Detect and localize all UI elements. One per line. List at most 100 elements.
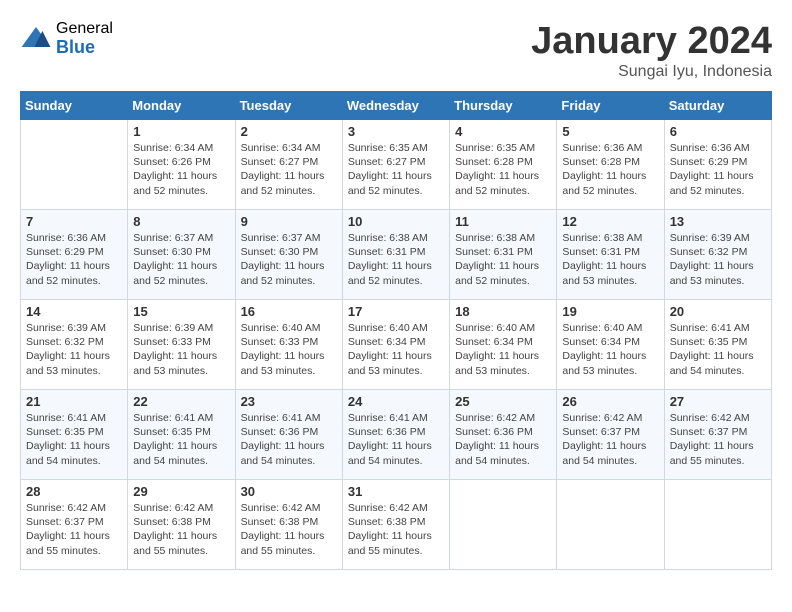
- day-number: 5: [562, 124, 658, 139]
- header-day-wednesday: Wednesday: [342, 92, 449, 120]
- calendar-cell: 5 Sunrise: 6:36 AMSunset: 6:28 PMDaylight…: [557, 120, 664, 210]
- cell-info: Sunrise: 6:38 AMSunset: 6:31 PMDaylight:…: [455, 231, 551, 288]
- calendar-cell: 16 Sunrise: 6:40 AMSunset: 6:33 PMDayligh…: [235, 300, 342, 390]
- calendar-cell: 30 Sunrise: 6:42 AMSunset: 6:38 PMDayligh…: [235, 480, 342, 570]
- day-number: 26: [562, 394, 658, 409]
- cell-info: Sunrise: 6:38 AMSunset: 6:31 PMDaylight:…: [562, 231, 658, 288]
- header-day-sunday: Sunday: [21, 92, 128, 120]
- calendar-cell: [21, 120, 128, 210]
- logo: General Blue: [20, 20, 113, 57]
- calendar-cell: 17 Sunrise: 6:40 AMSunset: 6:34 PMDayligh…: [342, 300, 449, 390]
- day-number: 27: [670, 394, 766, 409]
- calendar-cell: [557, 480, 664, 570]
- calendar-cell: 11 Sunrise: 6:38 AMSunset: 6:31 PMDayligh…: [450, 210, 557, 300]
- calendar-week-2: 7 Sunrise: 6:36 AMSunset: 6:29 PMDaylight…: [21, 210, 772, 300]
- calendar-cell: 22Sunrise: 6:41 AMSunset: 6:35 PMDayligh…: [128, 390, 235, 480]
- calendar-cell: 7 Sunrise: 6:36 AMSunset: 6:29 PMDaylight…: [21, 210, 128, 300]
- cell-info: Sunrise: 6:40 AMSunset: 6:34 PMDaylight:…: [455, 321, 551, 378]
- header-day-monday: Monday: [128, 92, 235, 120]
- header-day-friday: Friday: [557, 92, 664, 120]
- day-number: 16: [241, 304, 337, 319]
- calendar-cell: 9 Sunrise: 6:37 AMSunset: 6:30 PMDaylight…: [235, 210, 342, 300]
- logo-icon: [20, 23, 52, 55]
- day-number: 13: [670, 214, 766, 229]
- cell-info: Sunrise: 6:42 AMSunset: 6:38 PMDaylight:…: [241, 501, 337, 558]
- header-day-saturday: Saturday: [664, 92, 771, 120]
- page-header: General Blue January 2024 Sungai Iyu, In…: [20, 20, 772, 81]
- calendar-cell: 15Sunrise: 6:39 AMSunset: 6:33 PMDayligh…: [128, 300, 235, 390]
- calendar-cell: 6 Sunrise: 6:36 AMSunset: 6:29 PMDaylight…: [664, 120, 771, 210]
- calendar-cell: 12Sunrise: 6:38 AMSunset: 6:31 PMDayligh…: [557, 210, 664, 300]
- calendar-cell: 14 Sunrise: 6:39 AMSunset: 6:32 PMDayligh…: [21, 300, 128, 390]
- day-number: 18: [455, 304, 551, 319]
- day-number: 30: [241, 484, 337, 499]
- logo-text: General Blue: [56, 20, 113, 57]
- calendar-cell: 27Sunrise: 6:42 AMSunset: 6:37 PMDayligh…: [664, 390, 771, 480]
- day-number: 17: [348, 304, 444, 319]
- calendar-cell: 29 Sunrise: 6:42 AMSunset: 6:38 PMDayligh…: [128, 480, 235, 570]
- day-number: 19: [562, 304, 658, 319]
- cell-info: Sunrise: 6:41 AMSunset: 6:35 PMDaylight:…: [26, 411, 122, 468]
- day-number: 23: [241, 394, 337, 409]
- cell-info: Sunrise: 6:36 AMSunset: 6:29 PMDaylight:…: [670, 141, 766, 198]
- cell-info: Sunrise: 6:40 AMSunset: 6:34 PMDaylight:…: [348, 321, 444, 378]
- cell-info: Sunrise: 6:42 AMSunset: 6:37 PMDaylight:…: [26, 501, 122, 558]
- cell-info: Sunrise: 6:42 AMSunset: 6:38 PMDaylight:…: [133, 501, 229, 558]
- calendar-cell: 28 Sunrise: 6:42 AMSunset: 6:37 PMDayligh…: [21, 480, 128, 570]
- day-number: 4: [455, 124, 551, 139]
- day-number: 28: [26, 484, 122, 499]
- day-number: 29: [133, 484, 229, 499]
- calendar-cell: [664, 480, 771, 570]
- cell-info: Sunrise: 6:37 AMSunset: 6:30 PMDaylight:…: [133, 231, 229, 288]
- logo-blue: Blue: [56, 38, 113, 58]
- calendar-cell: 20Sunrise: 6:41 AMSunset: 6:35 PMDayligh…: [664, 300, 771, 390]
- day-number: 1: [133, 124, 229, 139]
- calendar-cell: 3 Sunrise: 6:35 AMSunset: 6:27 PMDaylight…: [342, 120, 449, 210]
- header-day-tuesday: Tuesday: [235, 92, 342, 120]
- calendar-cell: 10 Sunrise: 6:38 AMSunset: 6:31 PMDayligh…: [342, 210, 449, 300]
- calendar-cell: 4 Sunrise: 6:35 AMSunset: 6:28 PMDaylight…: [450, 120, 557, 210]
- cell-info: Sunrise: 6:41 AMSunset: 6:35 PMDaylight:…: [670, 321, 766, 378]
- cell-info: Sunrise: 6:42 AMSunset: 6:36 PMDaylight:…: [455, 411, 551, 468]
- day-number: 24: [348, 394, 444, 409]
- cell-info: Sunrise: 6:39 AMSunset: 6:32 PMDaylight:…: [26, 321, 122, 378]
- calendar-cell: 31Sunrise: 6:42 AMSunset: 6:38 PMDayligh…: [342, 480, 449, 570]
- calendar-cell: 18 Sunrise: 6:40 AMSunset: 6:34 PMDayligh…: [450, 300, 557, 390]
- calendar-week-3: 14 Sunrise: 6:39 AMSunset: 6:32 PMDayligh…: [21, 300, 772, 390]
- month-title: January 2024: [531, 20, 772, 63]
- cell-info: Sunrise: 6:41 AMSunset: 6:36 PMDaylight:…: [348, 411, 444, 468]
- day-number: 10: [348, 214, 444, 229]
- calendar-cell: [450, 480, 557, 570]
- calendar-week-5: 28 Sunrise: 6:42 AMSunset: 6:37 PMDayligh…: [21, 480, 772, 570]
- cell-info: Sunrise: 6:37 AMSunset: 6:30 PMDaylight:…: [241, 231, 337, 288]
- calendar-cell: 8Sunrise: 6:37 AMSunset: 6:30 PMDaylight…: [128, 210, 235, 300]
- cell-info: Sunrise: 6:40 AMSunset: 6:33 PMDaylight:…: [241, 321, 337, 378]
- day-number: 2: [241, 124, 337, 139]
- day-number: 15: [133, 304, 229, 319]
- cell-info: Sunrise: 6:38 AMSunset: 6:31 PMDaylight:…: [348, 231, 444, 288]
- cell-info: Sunrise: 6:36 AMSunset: 6:29 PMDaylight:…: [26, 231, 122, 288]
- cell-info: Sunrise: 6:35 AMSunset: 6:28 PMDaylight:…: [455, 141, 551, 198]
- cell-info: Sunrise: 6:42 AMSunset: 6:37 PMDaylight:…: [562, 411, 658, 468]
- day-number: 9: [241, 214, 337, 229]
- calendar-cell: 25 Sunrise: 6:42 AMSunset: 6:36 PMDayligh…: [450, 390, 557, 480]
- calendar-week-4: 21Sunrise: 6:41 AMSunset: 6:35 PMDayligh…: [21, 390, 772, 480]
- day-number: 14: [26, 304, 122, 319]
- cell-info: Sunrise: 6:36 AMSunset: 6:28 PMDaylight:…: [562, 141, 658, 198]
- calendar-cell: 1Sunrise: 6:34 AMSunset: 6:26 PMDaylight…: [128, 120, 235, 210]
- location: Sungai Iyu, Indonesia: [531, 63, 772, 81]
- calendar-cell: 13Sunrise: 6:39 AMSunset: 6:32 PMDayligh…: [664, 210, 771, 300]
- calendar-cell: 24 Sunrise: 6:41 AMSunset: 6:36 PMDayligh…: [342, 390, 449, 480]
- cell-info: Sunrise: 6:35 AMSunset: 6:27 PMDaylight:…: [348, 141, 444, 198]
- day-number: 11: [455, 214, 551, 229]
- title-block: January 2024 Sungai Iyu, Indonesia: [531, 20, 772, 81]
- header-row: SundayMondayTuesdayWednesdayThursdayFrid…: [21, 92, 772, 120]
- header-day-thursday: Thursday: [450, 92, 557, 120]
- day-number: 22: [133, 394, 229, 409]
- day-number: 7: [26, 214, 122, 229]
- cell-info: Sunrise: 6:34 AMSunset: 6:27 PMDaylight:…: [241, 141, 337, 198]
- day-number: 3: [348, 124, 444, 139]
- day-number: 6: [670, 124, 766, 139]
- day-number: 25: [455, 394, 551, 409]
- calendar-table: SundayMondayTuesdayWednesdayThursdayFrid…: [20, 91, 772, 570]
